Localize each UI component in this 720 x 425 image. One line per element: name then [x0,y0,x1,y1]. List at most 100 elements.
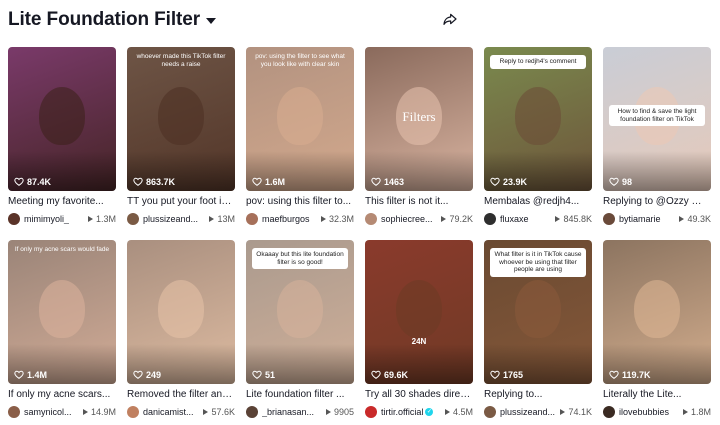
view-count: 51 [252,370,275,380]
play-icon [203,409,209,415]
avatar[interactable] [127,406,139,418]
play-count-text: 74.1K [568,407,592,417]
video-description[interactable]: Removed the filter and... [127,388,235,401]
video-card[interactable]: pov: using the filter to see what you lo… [246,47,354,240]
play-icon [560,409,566,415]
video-card[interactable]: 119.7K Literally the Lite... ilovebubbies 1… [603,240,711,425]
video-description[interactable]: pov: using this filter to... [246,195,354,208]
avatar[interactable] [365,406,377,418]
video-description[interactable]: Replying to... [484,388,592,401]
video-card[interactable]: Reply to redjh4's comment 23.9K Membalas @… [484,47,592,240]
video-meta: maefburgos 32.3M [246,212,354,226]
thumbnail-caption: Filters [402,109,436,124]
avatar[interactable] [603,213,615,225]
heart-outline-icon [371,177,381,186]
view-count: 1765 [490,370,523,380]
avatar[interactable] [8,213,20,225]
video-meta: tirtir.official ✓ 4.5M [365,405,473,419]
video-card[interactable]: 249 Removed the filter and... danicamist..… [127,240,235,425]
video-thumbnail[interactable]: Okaaay but this lite foundation filter i… [246,240,354,384]
video-thumbnail[interactable]: How to find & save the light foundation … [603,47,711,191]
view-count-text: 1765 [503,370,524,380]
author-name[interactable]: danicamist... [143,407,194,417]
video-description[interactable]: TT you put your foot in... [127,195,235,208]
play-icon [209,216,215,222]
video-card[interactable]: whoever made this TikTok filter needs a … [127,47,235,240]
author-name[interactable]: plussizeand... [500,407,555,417]
video-description[interactable]: Literally the Lite... [603,388,711,401]
play-count-text: 4.5M [452,407,473,417]
play-icon [682,409,688,415]
play-count-text: 14.9M [90,407,116,417]
video-thumbnail[interactable]: Filters 1463 [365,47,473,191]
video-card[interactable]: 24N 69.6K Try all 30 shades direct... tirti… [365,240,473,425]
author-name[interactable]: fluxaxe [500,214,529,224]
play-icon [444,409,450,415]
play-count-text: 845.8K [563,214,592,224]
author-name[interactable]: mimimyoli_ [24,214,69,224]
video-thumbnail[interactable]: 24N 69.6K [365,240,473,384]
video-thumbnail[interactable]: Reply to redjh4's comment 23.9K [484,47,592,191]
video-thumbnail[interactable]: If only my acne scars would fade 1.4M [8,240,116,384]
avatar[interactable] [8,406,20,418]
avatar[interactable] [365,213,377,225]
play-count-text: 9905 [333,407,354,417]
play-count: 57.6K [203,407,235,417]
author-name[interactable]: samynicol... [24,407,72,417]
view-count-text: 863.7K [146,177,176,187]
video-description[interactable]: If only my acne scars... [8,388,116,401]
author-name[interactable]: plussizeand... [143,214,198,224]
view-count: 249 [133,370,161,380]
page-title: Lite Foundation Filter [8,9,201,30]
avatar[interactable] [484,406,496,418]
author-name[interactable]: _brianasan... [262,407,314,417]
avatar[interactable] [246,406,258,418]
author-name[interactable]: maefburgos [262,214,310,224]
video-meta: ilovebubbies 1.8M [603,405,711,419]
thumbnail-subject [158,280,204,339]
video-description[interactable]: This filter is not it... [365,195,473,208]
view-count: 69.6K [371,370,408,380]
author-name[interactable]: sophiecree... [381,214,433,224]
video-thumbnail[interactable]: 249 [127,240,235,384]
video-thumbnail[interactable]: whoever made this TikTok filter needs a … [127,47,235,191]
author-name[interactable]: bytiamarie [619,214,661,224]
video-thumbnail[interactable]: What filter is it in TikTok cause whoeve… [484,240,592,384]
heart-outline-icon [609,370,619,379]
video-description[interactable]: Lite foundation filter ... [246,388,354,401]
author-name[interactable]: tirtir.official [381,407,423,417]
play-count: 13M [209,214,235,224]
chevron-down-icon[interactable] [206,18,217,24]
video-description[interactable]: Meeting my favorite... [8,195,116,208]
video-card[interactable]: Filters 1463 This filter is not it... sophi… [365,47,473,240]
heart-outline-icon [490,370,500,379]
video-description[interactable]: Try all 30 shades direct... [365,388,473,401]
view-count-text: 1.4M [27,370,48,380]
video-description[interactable]: Membalas @redjh4... [484,195,592,208]
video-card[interactable]: 87.4K Meeting my favorite... mimimyoli_ 1.3… [8,47,116,240]
avatar[interactable] [603,406,615,418]
play-count: 1.8M [682,407,711,417]
thumbnail-subject [396,280,442,339]
heart-outline-icon [133,177,143,186]
video-thumbnail[interactable]: 119.7K [603,240,711,384]
view-count-text: 87.4K [27,177,52,187]
thumbnail-subject [277,280,323,339]
avatar[interactable] [484,213,496,225]
video-thumbnail[interactable]: 87.4K [8,47,116,191]
video-thumbnail[interactable]: pov: using the filter to see what you lo… [246,47,354,191]
share-icon[interactable] [442,11,458,27]
avatar[interactable] [127,213,139,225]
heart-outline-icon [252,177,262,186]
heart-outline-icon [14,177,24,186]
thumbnail-subject [515,280,561,339]
video-card[interactable]: If only my acne scars would fade 1.4M If o… [8,240,116,425]
play-count: 9905 [325,407,354,417]
video-description[interactable]: Replying to @Ozzy 🐝... [603,195,711,208]
avatar[interactable] [246,213,258,225]
video-card[interactable]: How to find & save the light foundation … [603,47,711,240]
author-name[interactable]: ilovebubbies [619,407,669,417]
video-card[interactable]: What filter is it in TikTok cause whoeve… [484,240,592,425]
play-count-text: 13M [217,214,235,224]
video-card[interactable]: Okaaay but this lite foundation filter i… [246,240,354,425]
